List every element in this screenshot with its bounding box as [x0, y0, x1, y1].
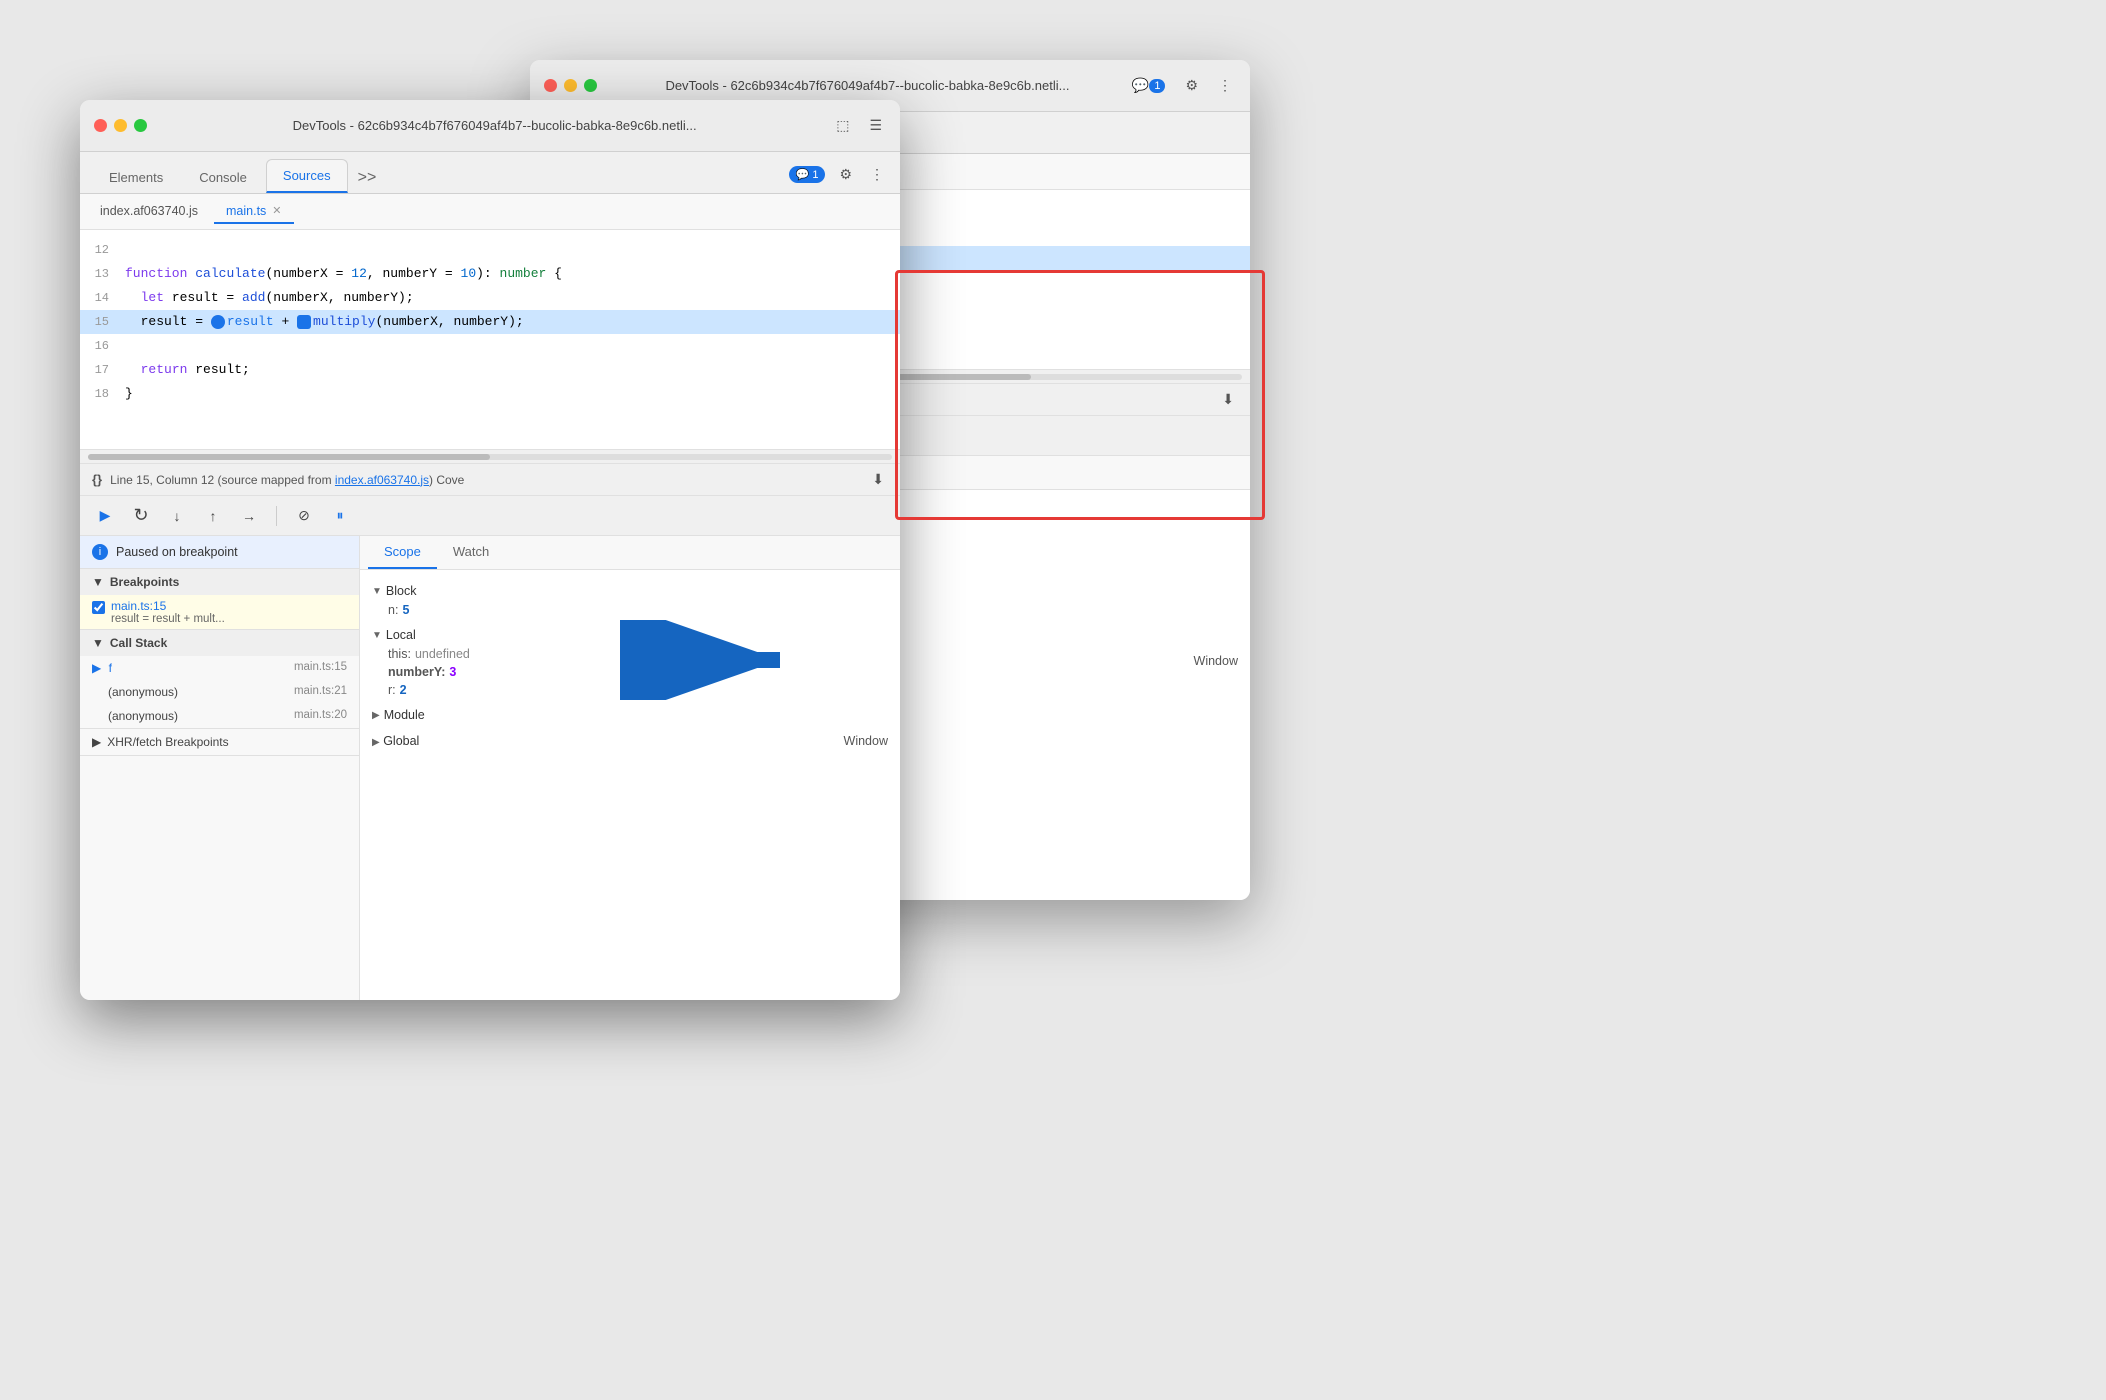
- maximize-button-back[interactable]: [584, 79, 597, 92]
- info-icon: i: [92, 544, 108, 560]
- traffic-lights-back: [544, 79, 597, 92]
- scope-item-r-front: r: 2: [360, 681, 900, 699]
- tab-console-front[interactable]: Console: [182, 161, 264, 193]
- panels-area-front: i Paused on breakpoint ▼ Breakpoints mai…: [80, 536, 900, 1000]
- chat-icon-back[interactable]: 💬 1: [1128, 73, 1170, 98]
- code-line-14: 14 let result = add(numberX, numberY);: [80, 286, 900, 310]
- file-tab-ts-front[interactable]: main.ts ✕: [214, 200, 294, 224]
- code-line-13: 13 function calculate(numberX = 12, numb…: [80, 262, 900, 286]
- tab-bar-front: Elements Console Sources >> 💬 1 ⚙ ⋮: [80, 152, 900, 194]
- call-stack-header[interactable]: ▼ Call Stack: [80, 630, 359, 656]
- xhr-section: ▶ XHR/fetch Breakpoints: [80, 729, 359, 756]
- scope-item-n-front: n: 5: [360, 601, 900, 619]
- close-button-front[interactable]: [94, 119, 107, 132]
- status-close-back[interactable]: ⬇: [1218, 387, 1238, 412]
- window-title-front: DevTools - 62c6b934c4b7f676049af4b7--buc…: [165, 118, 824, 133]
- xhr-header[interactable]: ▶ XHR/fetch Breakpoints: [80, 729, 359, 755]
- scope-item-numbery-front: numberY: 3: [360, 663, 900, 681]
- call-stack-item-2[interactable]: (anonymous) main.ts:21: [80, 680, 359, 704]
- right-panel-front: Scope Watch ▼ Block n: 5: [360, 536, 900, 1000]
- file-tabs-front: index.af063740.js main.ts ✕: [80, 194, 900, 230]
- title-bar-icons-back: 💬 1 ⚙ ⋮: [1128, 73, 1236, 98]
- breakpoint-item-1: main.ts:15 result = result + mult...: [80, 595, 359, 629]
- minimize-button-front[interactable]: [114, 119, 127, 132]
- traffic-lights-front: [94, 119, 147, 132]
- breakpoint-code-1: result = result + mult...: [111, 613, 225, 625]
- settings-icon-front[interactable]: ⚙: [835, 162, 856, 187]
- step-out-btn[interactable]: ↑: [200, 503, 226, 529]
- deactivate-btn[interactable]: ⊘: [291, 503, 317, 529]
- paused-text: Paused on breakpoint: [116, 545, 238, 559]
- left-panel-front: i Paused on breakpoint ▼ Breakpoints mai…: [80, 536, 360, 1000]
- scope-group-module-front: ▶ Module: [360, 702, 900, 728]
- status-text-front: Line 15, Column 12 (source mapped from i…: [110, 473, 464, 487]
- close-button-back[interactable]: [544, 79, 557, 92]
- scope-tab-scope-front[interactable]: Scope: [368, 536, 437, 569]
- title-bar-front: DevTools - 62c6b934c4b7f676049af4b7--buc…: [80, 100, 900, 152]
- tab-more-front[interactable]: >>: [350, 163, 385, 193]
- status-link-front[interactable]: index.af063740.js: [335, 473, 429, 487]
- scope-group-local-header-front[interactable]: ▼ Local: [360, 625, 900, 645]
- minimize-button-back[interactable]: [564, 79, 577, 92]
- more-icon-back[interactable]: ⋮: [1214, 73, 1236, 98]
- settings-icon-back[interactable]: ⚙: [1181, 73, 1202, 98]
- scrollbar-front[interactable]: [80, 450, 900, 464]
- scope-group-block-front: ▼ Block n: 5: [360, 578, 900, 622]
- scope-tab-watch-front[interactable]: Watch: [437, 536, 505, 569]
- scrollbar-track-front: [88, 454, 892, 460]
- scope-group-block-header-front[interactable]: ▼ Block: [360, 581, 900, 601]
- step-btn[interactable]: →: [236, 503, 262, 529]
- code-line-16: 16: [80, 334, 900, 358]
- window-front: DevTools - 62c6b934c4b7f676049af4b7--buc…: [80, 100, 900, 1000]
- call-stack-item-1[interactable]: ▶ f main.ts:15: [80, 656, 359, 680]
- scope-group-global-header-front[interactable]: ▶ Global Window: [360, 731, 900, 751]
- step-into-btn[interactable]: ↓: [164, 503, 190, 529]
- step-over-btn[interactable]: ↻: [128, 503, 154, 529]
- cursor-icon-front[interactable]: ⬚: [832, 113, 853, 138]
- debug-toolbar-front: ▶ ↻ ↓ ↑ → ⊘ ⏸: [80, 496, 900, 536]
- scope-group-module-header-front[interactable]: ▶ Module: [360, 705, 900, 725]
- scope-content-front: ▼ Block n: 5 ▼ Local this:: [360, 570, 900, 762]
- device-icon-front[interactable]: ☰: [865, 113, 886, 138]
- breakpoint-name-1: main.ts:15: [111, 599, 225, 613]
- breakpoint-checkbox-1[interactable]: [92, 601, 105, 614]
- maximize-button-front[interactable]: [134, 119, 147, 132]
- file-tab-js-front[interactable]: index.af063740.js: [88, 200, 210, 224]
- breakpoints-header[interactable]: ▼ Breakpoints: [80, 569, 359, 595]
- toolbar-sep-1: [276, 506, 277, 526]
- file-tab-close-front[interactable]: ✕: [272, 204, 281, 217]
- status-braces-icon: {}: [92, 472, 102, 487]
- pause-btn[interactable]: ⏸: [327, 503, 353, 529]
- code-line-18: 18 }: [80, 382, 900, 406]
- status-close-front[interactable]: ⬇: [868, 467, 888, 492]
- title-bar-icons-front: ⬚ ☰: [832, 113, 886, 138]
- window-title-back: DevTools - 62c6b934c4b7f676049af4b7--buc…: [615, 78, 1120, 93]
- status-bar-front: {} Line 15, Column 12 (source mapped fro…: [80, 464, 900, 496]
- tab-sources-front[interactable]: Sources: [266, 159, 348, 193]
- scope-group-global-front: ▶ Global Window: [360, 728, 900, 754]
- scope-tabs-front: Scope Watch: [360, 536, 900, 570]
- scope-item-this-front: this: undefined: [360, 645, 900, 663]
- call-stack-section: ▼ Call Stack ▶ f main.ts:15 (anonymous) …: [80, 630, 359, 729]
- more-icon-front[interactable]: ⋮: [866, 162, 888, 187]
- scrollbar-thumb-front[interactable]: [88, 454, 490, 460]
- resume-btn[interactable]: ▶: [92, 503, 118, 529]
- paused-notice: i Paused on breakpoint: [80, 536, 359, 569]
- code-line-17: 17 return result;: [80, 358, 900, 382]
- code-area-front: 12 13 function calculate(numberX = 12, n…: [80, 230, 900, 450]
- badge-front: 💬 1: [789, 166, 826, 183]
- code-line-12: 12: [80, 238, 900, 262]
- code-line-15: 15 result = result + multiply(numberX, n…: [80, 310, 900, 334]
- tab-bar-right-front: 💬 1 ⚙ ⋮: [789, 162, 888, 193]
- call-stack-item-3[interactable]: (anonymous) main.ts:20: [80, 704, 359, 728]
- breakpoints-section: ▼ Breakpoints main.ts:15 result = result…: [80, 569, 359, 630]
- tab-elements-front[interactable]: Elements: [92, 161, 180, 193]
- scope-group-local-front: ▼ Local this: undefined numberY: 3 r: 2: [360, 622, 900, 702]
